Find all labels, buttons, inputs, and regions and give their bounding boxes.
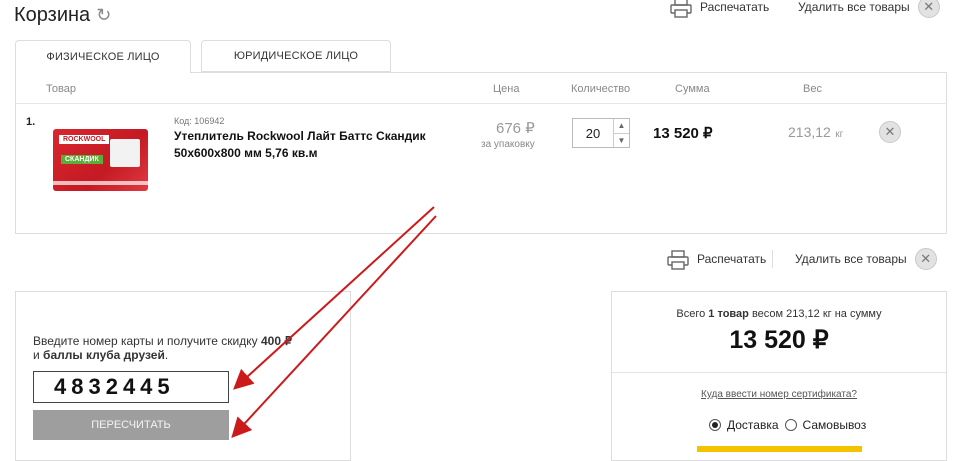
discount-text-and: и bbox=[33, 348, 44, 362]
tab-individual[interactable]: ФИЗИЧЕСКОЕ ЛИЦО bbox=[15, 40, 191, 73]
row-sum: 13 520 ₽ bbox=[653, 125, 713, 142]
print-label: Распечатать bbox=[700, 0, 770, 14]
card-number-input[interactable]: 4832445 bbox=[33, 371, 229, 403]
tab-label: ФИЗИЧЕСКОЕ ЛИЦО bbox=[46, 51, 160, 63]
tab-label: ЮРИДИЧЕСКОЕ ЛИЦО bbox=[233, 50, 359, 62]
product-name-line2: 50х600х800 мм 5,76 кв.м bbox=[174, 146, 318, 160]
column-header-product: Товар bbox=[46, 83, 76, 95]
chevron-down-icon[interactable]: ▼ bbox=[614, 134, 629, 148]
package-stripe bbox=[53, 181, 148, 185]
price-unit: за упаковку bbox=[481, 139, 535, 150]
summary-count: 1 товар bbox=[708, 308, 749, 320]
summary-prefix: Всего bbox=[676, 308, 709, 320]
checkout-button[interactable] bbox=[697, 446, 862, 452]
column-header-quantity: Количество bbox=[571, 83, 631, 95]
total-summary: Всего 1 товар весом 213,12 кг на сумму bbox=[611, 308, 947, 320]
delete-all-label: Удалить все товары bbox=[798, 0, 910, 14]
discount-text-end: . bbox=[164, 348, 169, 362]
chevron-up-icon[interactable]: ▲ bbox=[614, 119, 629, 134]
product-image-label: СКАНДИК bbox=[61, 155, 103, 164]
customer-type-tabs: ФИЗИЧЕСКОЕ ЛИЦО ЮРИДИЧЕСКОЕ ЛИЦО bbox=[15, 40, 391, 73]
close-icon[interactable]: ✕ bbox=[917, 0, 940, 18]
page-title: Корзина ↻ bbox=[14, 4, 111, 27]
printer-icon bbox=[667, 250, 689, 270]
product-name-line1: Утеплитель Rockwool Лайт Баттс Скандик bbox=[174, 129, 426, 143]
recalculate-button[interactable]: ПЕРЕСЧИТАТЬ bbox=[33, 410, 229, 440]
discount-club-points: баллы клуба друзей bbox=[43, 348, 165, 362]
remove-item-icon[interactable]: ✕ bbox=[879, 121, 901, 143]
discount-text: Введите номер карты и получите скидку bbox=[33, 334, 261, 348]
page-title-text: Корзина bbox=[14, 4, 91, 26]
summary-suffix: весом 213,12 кг на сумму bbox=[748, 308, 882, 320]
certificate-link[interactable]: Куда ввести номер сертификата? bbox=[611, 389, 947, 400]
delivery-radio[interactable] bbox=[709, 419, 721, 431]
product-image-brand: ROCKWOOL bbox=[59, 135, 110, 144]
total-amount: 13 520 ₽ bbox=[729, 326, 829, 354]
divider bbox=[772, 250, 773, 268]
print-label: Распечатать bbox=[697, 252, 767, 266]
row-weight-value: 213,12 bbox=[788, 124, 831, 140]
house-icon bbox=[110, 139, 140, 167]
product-image[interactable]: ROCKWOOL СКАНДИК bbox=[53, 129, 148, 191]
divider bbox=[612, 372, 946, 373]
delete-all-link-top[interactable]: Удалить все товары ✕ bbox=[798, 0, 940, 18]
row-weight-unit: кг bbox=[835, 129, 844, 140]
column-header-price: Цена bbox=[493, 83, 520, 95]
column-header-weight: Вес bbox=[803, 83, 822, 95]
print-link-top[interactable]: Распечатать bbox=[670, 0, 770, 18]
close-icon[interactable]: ✕ bbox=[914, 248, 937, 270]
column-header-sum: Сумма bbox=[675, 83, 710, 95]
product-name-link[interactable]: Утеплитель Rockwool Лайт Баттс Скандик 5… bbox=[174, 128, 426, 162]
discount-description: Введите номер карты и получите скидку 40… bbox=[33, 334, 313, 362]
row-weight: 213,12 кг bbox=[788, 124, 843, 142]
row-index: 1. bbox=[26, 116, 36, 128]
delete-all-link-bottom[interactable]: Удалить все товары ✕ bbox=[795, 248, 937, 270]
pickup-radio[interactable] bbox=[784, 419, 797, 431]
tab-legal-entity[interactable]: ЮРИДИЧЕСКОЕ ЛИЦО bbox=[201, 40, 391, 72]
quantity-input[interactable]: 20 bbox=[573, 119, 614, 147]
quantity-stepper[interactable]: 20 ▲ ▼ bbox=[572, 118, 630, 148]
delete-all-label: Удалить все товары bbox=[795, 252, 907, 266]
refresh-icon[interactable]: ↻ bbox=[96, 5, 111, 26]
delivery-label[interactable]: Доставка bbox=[727, 418, 779, 432]
product-code: Код: 106942 bbox=[174, 116, 225, 126]
printer-icon bbox=[670, 0, 692, 18]
pickup-label[interactable]: Самовывоз bbox=[803, 418, 867, 432]
print-link-bottom[interactable]: Распечатать bbox=[667, 250, 767, 270]
delivery-options: Доставка Самовывоз bbox=[709, 418, 866, 432]
discount-amount: 400 ₽ bbox=[260, 334, 292, 348]
product-price: 676 ₽ bbox=[496, 120, 535, 137]
